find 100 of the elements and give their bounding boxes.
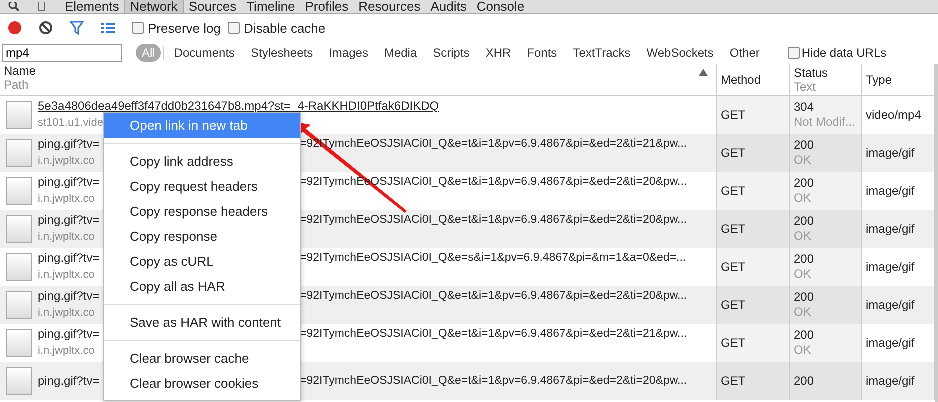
menu-item[interactable]: Open link in new tab [104, 113, 300, 138]
column-header[interactable]: Status [794, 66, 828, 80]
tab[interactable]: Sources [184, 0, 242, 13]
status-code: 200 [794, 138, 814, 153]
tab[interactable]: Audits [426, 0, 472, 13]
search-icon[interactable] [8, 2, 20, 12]
menu-item[interactable]: Clear browser cookies [104, 371, 300, 396]
filter-type-button[interactable]: Scripts [427, 44, 476, 62]
type-cell: image/gif [866, 336, 915, 350]
request-path: i.n.jwpltx.co [38, 344, 95, 359]
tab[interactable]: Console [472, 0, 530, 13]
scrollbar[interactable] [935, 64, 938, 402]
status-text: OK [794, 267, 812, 282]
method-cell: GET [721, 222, 746, 236]
request-name[interactable]: 5e3a4806dea49eff3f47dd0b231647b8.mp4?st=_4-RaKKHDI0Ptfak6DIKDQ [38, 98, 440, 115]
method-cell: GET [721, 374, 746, 388]
file-icon [6, 291, 32, 319]
request-name[interactable]: =92ITymchEeOSJSIACi0I_Q&e=t&i=1&pv=6.9.4867&pi=&ed=2&ti=20&pw... [300, 212, 688, 229]
clear-icon[interactable] [39, 21, 53, 35]
request-name[interactable]: =92ITymchEeOSJSIACi0I_Q&e=t&i=1&pv=6.9.4867&pi=&ed=2&ti=21&pw... [300, 326, 688, 343]
file-icon [6, 367, 32, 395]
status-text: OK [794, 191, 812, 206]
menu-item[interactable]: Copy as cURL [104, 249, 300, 274]
checkbox[interactable] [228, 22, 240, 34]
phone-icon[interactable] [38, 2, 46, 12]
request-path: i.n.jwpltx.co [38, 268, 95, 283]
request-name[interactable]: =92ITymchEeOSJSIACi0I_Q&e=s&i=1&pv=6.9.4867&pi=&m=1&a=0&ed=... [300, 250, 686, 267]
status-text: OK [794, 305, 812, 320]
status-text: Not Modif... [794, 115, 856, 130]
sort-icon[interactable] [699, 69, 708, 76]
request-name[interactable]: ping.gif?tv= [38, 326, 100, 343]
filter-type-button[interactable]: Media [378, 44, 424, 62]
filter-type-button[interactable]: Stylesheets [245, 44, 320, 62]
request-path: i.n.jwpltx.co [38, 306, 95, 321]
request-name[interactable]: ping.gif?tv= [38, 372, 100, 390]
filter-type-button[interactable]: Images [323, 44, 374, 62]
request-name[interactable]: ping.gif?tv= [38, 250, 100, 267]
request-path: i.n.jwpltx.co [38, 192, 95, 207]
request-name[interactable]: ping.gif?tv= [38, 288, 100, 305]
request-path: i.n.jwpltx.co [38, 230, 95, 245]
filter-type-button[interactable]: XHR [480, 44, 518, 62]
status-code: 200 [794, 176, 814, 191]
request-path: i.n.jwpltx.co [38, 154, 95, 169]
menu-item[interactable]: Copy response [104, 224, 300, 249]
file-icon [6, 177, 32, 205]
method-cell: GET [721, 184, 746, 198]
method-cell: GET [721, 298, 746, 312]
status-code: 200 [794, 252, 814, 267]
checkbox[interactable] [788, 47, 800, 59]
status-text: OK [794, 343, 812, 358]
request-path: st101.u1.vide [38, 116, 104, 131]
checkbox[interactable] [132, 22, 144, 34]
method-cell: GET [721, 260, 746, 274]
filter-type-button[interactable]: Fonts [521, 44, 564, 62]
request-name[interactable]: =92ITymchEeOSJSIACi0I_Q&e=t&i=1&pv=6.9.4867&pi=&ed=2&ti=20&pw... [300, 372, 688, 390]
column-header[interactable]: Name [4, 64, 36, 78]
checkbox-label[interactable]: Disable cache [244, 20, 326, 36]
tab[interactable]: Timeline [242, 0, 300, 13]
status-code: 200 [794, 328, 814, 343]
request-name[interactable]: ping.gif?tv= [38, 174, 100, 191]
method-cell: GET [721, 108, 746, 122]
type-cell: image/gif [866, 374, 915, 388]
type-cell: image/gif [866, 222, 915, 236]
checkbox-label[interactable]: Preserve log [148, 20, 221, 36]
list-view-icon[interactable] [101, 22, 115, 34]
status-code: 304 [794, 100, 814, 115]
column-header[interactable]: Method [721, 72, 762, 86]
menu-item[interactable]: Copy link address [104, 149, 300, 174]
status-code: 200 [794, 290, 814, 305]
filter-field[interactable]: mp4 [2, 44, 122, 62]
filter-type-button[interactable]: Other [724, 44, 766, 62]
request-name[interactable]: ping.gif?tv= [38, 136, 100, 153]
status-code: 200 [794, 374, 814, 388]
type-cell: image/gif [866, 184, 915, 198]
column-subheader[interactable]: Path [4, 78, 36, 92]
filter-type-button[interactable]: WebSockets [640, 44, 720, 62]
tab[interactable]: Profiles [300, 0, 354, 13]
type-cell: image/gif [866, 146, 915, 160]
menu-item[interactable]: Copy request headers [104, 174, 300, 199]
type-cell: image/gif [866, 260, 915, 274]
tab[interactable]: Network [124, 0, 184, 13]
checkbox-label[interactable]: Hide data URLs [802, 46, 887, 60]
file-icon [6, 215, 32, 243]
type-cell: image/gif [866, 298, 915, 312]
record-icon[interactable] [8, 21, 22, 35]
column-header[interactable]: Type [866, 72, 892, 86]
tab[interactable]: Elements [60, 0, 124, 13]
tab[interactable]: Resources [354, 0, 426, 13]
request-name[interactable]: ping.gif?tv= [38, 212, 100, 229]
status-code: 200 [794, 214, 814, 229]
request-name[interactable]: =92ITymchEeOSJSIACi0I_Q&e=t&i=1&pv=6.9.4867&pi=&ed=2&ti=20&pw... [300, 288, 688, 305]
column-subheader[interactable]: Text [794, 80, 828, 94]
filter-icon[interactable] [70, 21, 84, 35]
filter-type-button[interactable]: Documents [168, 44, 242, 62]
method-cell: GET [721, 146, 746, 160]
status-text: OK [794, 153, 812, 168]
type-cell: video/mp4 [866, 108, 922, 122]
status-text: OK [794, 229, 812, 244]
filter-type-button[interactable]: TextTracks [567, 44, 637, 62]
file-icon [6, 101, 32, 129]
